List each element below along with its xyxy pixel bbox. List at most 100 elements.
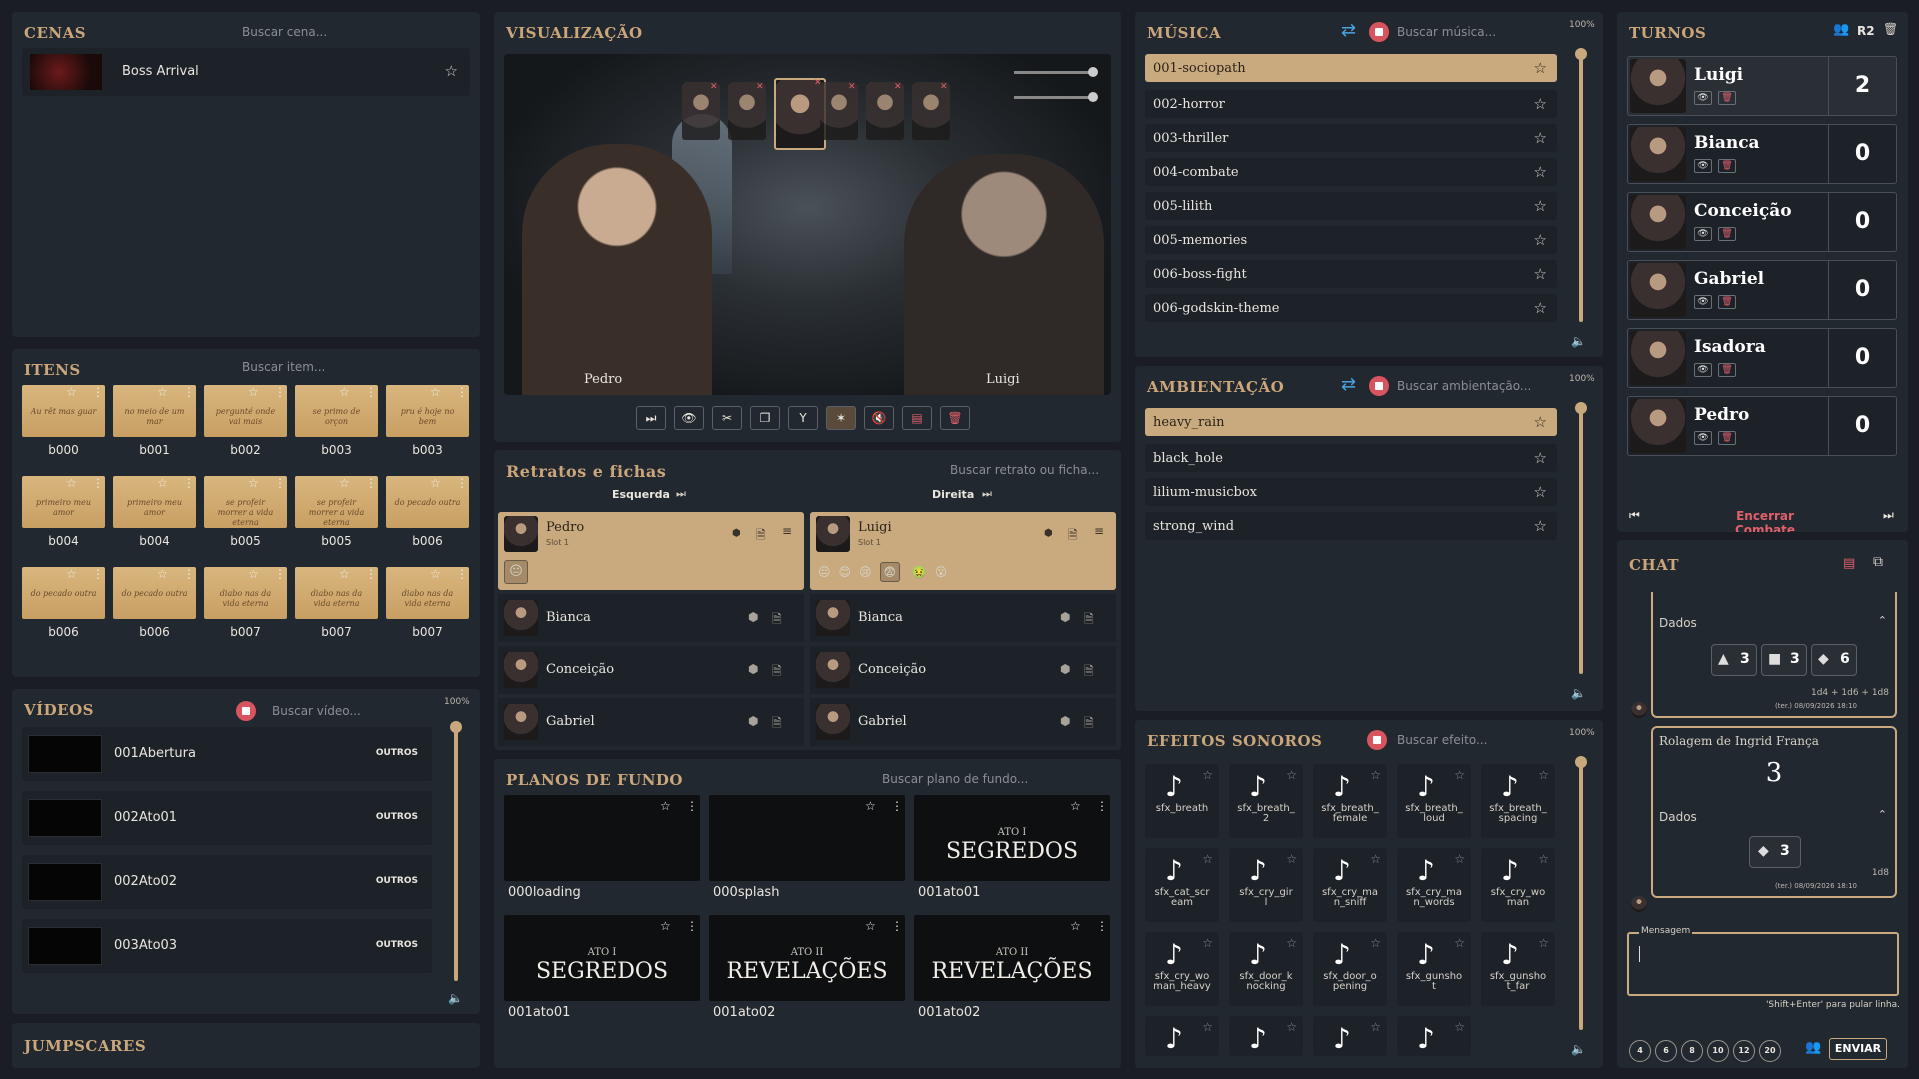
- sfx-tile[interactable]: ♪ ☆ sfx_gunsho t: [1397, 932, 1471, 1006]
- eye-icon[interactable]: 👁: [674, 406, 704, 430]
- more-icon[interactable]: ⋮: [92, 476, 104, 490]
- star-icon[interactable]: ☆: [1534, 413, 1547, 431]
- scene-item[interactable]: Boss Arrival ☆: [22, 48, 470, 96]
- more-icon[interactable]: ⋮: [365, 567, 377, 581]
- star-icon[interactable]: ☆: [1534, 163, 1547, 181]
- more-icon[interactable]: ⋮: [1096, 799, 1108, 813]
- videos-stop-button[interactable]: [236, 701, 256, 721]
- star-icon[interactable]: ☆: [157, 476, 168, 490]
- initiative-value[interactable]: 0: [1828, 193, 1896, 251]
- initiative-value[interactable]: 2: [1828, 57, 1896, 115]
- eye-icon[interactable]: 👁: [1694, 295, 1712, 309]
- trash-icon[interactable]: 🗑: [1718, 363, 1736, 377]
- sfx-tile[interactable]: ♪ ☆ sfx_gunsho t_far: [1481, 932, 1555, 1006]
- more-icon[interactable]: ⋮: [891, 919, 903, 933]
- volume-icon[interactable]: 🔈: [1571, 686, 1586, 700]
- star-icon[interactable]: ☆: [157, 385, 168, 399]
- sfx-volume-knob[interactable]: [1575, 756, 1587, 768]
- ambience-volume-knob[interactable]: [1575, 402, 1587, 414]
- volume-icon[interactable]: 🔈: [448, 991, 463, 1005]
- more-icon[interactable]: ⋮: [365, 385, 377, 399]
- sfx-search-input[interactable]: [1397, 730, 1547, 750]
- more-icon[interactable]: ⋮: [456, 567, 468, 581]
- star-icon[interactable]: ☆: [445, 64, 458, 79]
- more-icon[interactable]: ⋮: [365, 476, 377, 490]
- character-row[interactable]: Gabriel ⬢ 🗎: [810, 698, 1116, 746]
- star-icon[interactable]: ☆: [660, 919, 671, 933]
- more-icon[interactable]: ⋮: [183, 567, 195, 581]
- token-thumbnail[interactable]: [774, 78, 826, 150]
- star-icon[interactable]: ☆: [430, 567, 441, 581]
- eye-icon[interactable]: 👁: [1694, 227, 1712, 241]
- more-icon[interactable]: ⋮: [183, 385, 195, 399]
- close-icon[interactable]: ✕: [756, 82, 764, 92]
- collapse-icon[interactable]: ⌃: [1878, 808, 1887, 821]
- d20-icon[interactable]: ⬢: [1060, 714, 1070, 728]
- star-icon[interactable]: ☆: [1534, 95, 1547, 113]
- sfx-tile[interactable]: ♪ ☆: [1397, 1016, 1471, 1056]
- trash-icon[interactable]: 🗑: [1718, 227, 1736, 241]
- skip-icon[interactable]: ⏭: [982, 487, 992, 501]
- videos-search-input[interactable]: [272, 701, 442, 721]
- sfx-tile[interactable]: ♪ ☆: [1313, 1016, 1387, 1056]
- trash-icon[interactable]: 🗑: [1718, 159, 1736, 173]
- ambience-track[interactable]: lilium-musicbox ☆: [1145, 478, 1557, 506]
- initiative-value[interactable]: 0: [1828, 397, 1896, 455]
- send-button[interactable]: ENVIAR: [1829, 1038, 1887, 1060]
- music-track[interactable]: 006-boss-fight ☆: [1145, 260, 1557, 288]
- sfx-tile[interactable]: ♪ ☆ sfx_cry_ma n_sniff: [1313, 848, 1387, 922]
- d20-icon[interactable]: ⬢: [732, 528, 741, 539]
- stage-slider-2[interactable]: [1014, 96, 1096, 99]
- ambience-track[interactable]: black_hole ☆: [1145, 444, 1557, 472]
- item-tile[interactable]: se primo de orçon ☆ ⋮: [295, 385, 378, 437]
- star-icon[interactable]: ☆: [339, 385, 350, 399]
- more-icon[interactable]: ⋮: [456, 476, 468, 490]
- d20-icon[interactable]: ⬢: [1044, 528, 1053, 539]
- more-icon[interactable]: ⋮: [274, 385, 286, 399]
- item-tile[interactable]: do pecado outra ☆ ⋮: [22, 567, 105, 619]
- more-icon[interactable]: ⋮: [1096, 919, 1108, 933]
- star-icon[interactable]: ☆: [1286, 1020, 1297, 1034]
- volume-icon[interactable]: 🔈: [1571, 1042, 1586, 1056]
- item-tile[interactable]: do pecado outra ☆ ⋮: [113, 567, 196, 619]
- sfx-tile[interactable]: ♪ ☆ sfx_breath: [1145, 764, 1219, 838]
- item-tile[interactable]: pru é hoje no bem ☆ ⋮: [386, 385, 469, 437]
- d20-button[interactable]: 20: [1759, 1040, 1781, 1062]
- star-icon[interactable]: ☆: [1070, 799, 1081, 813]
- left-active-slot[interactable]: Pedro Slot 1 ⬢ 🗎 ≡ 😐: [498, 512, 804, 590]
- turn-row[interactable]: Conceição 👁 🗑 0: [1627, 192, 1897, 252]
- sheet-icon[interactable]: 🗎: [756, 526, 766, 547]
- sfx-tile[interactable]: ♪ ☆ sfx_breath_ loud: [1397, 764, 1471, 838]
- item-tile[interactable]: pergunté onde vai mais ☆ ⋮: [204, 385, 287, 437]
- more-icon[interactable]: ⋮: [456, 385, 468, 399]
- star-icon[interactable]: ☆: [339, 567, 350, 581]
- sfx-tile[interactable]: ♪ ☆ sfx_cry_gir l: [1229, 848, 1303, 922]
- ambience-track[interactable]: heavy_rain ☆: [1145, 408, 1557, 436]
- star-icon[interactable]: ☆: [66, 385, 77, 399]
- d20-icon[interactable]: ⬢: [748, 662, 758, 676]
- backgrounds-search-input[interactable]: [882, 769, 1102, 789]
- item-tile[interactable]: diabo nas da vida eterna ☆ ⋮: [386, 567, 469, 619]
- character-row[interactable]: Conceição ⬢ 🗎: [810, 646, 1116, 694]
- video-item[interactable]: 003Ato03 OUTROS: [22, 919, 432, 973]
- stage-slider-1-knob[interactable]: [1088, 67, 1098, 77]
- trash-icon[interactable]: 🗑: [940, 406, 970, 430]
- close-icon[interactable]: ✕: [940, 82, 948, 92]
- more-icon[interactable]: ⋮: [274, 567, 286, 581]
- ambience-search-input[interactable]: [1397, 376, 1547, 396]
- character-row[interactable]: Conceição ⬢ 🗎: [498, 646, 804, 694]
- sfx-tile[interactable]: ♪ ☆: [1145, 1016, 1219, 1056]
- sfx-tile[interactable]: ♪ ☆ sfx_breath_ spacing: [1481, 764, 1555, 838]
- mute-icon[interactable]: 🔇: [864, 406, 894, 430]
- fork-icon[interactable]: Y: [788, 406, 818, 430]
- trash-icon[interactable]: 🗑: [1718, 91, 1736, 105]
- background-tile[interactable]: ATO II REVELAÇÕES ☆ ⋮: [914, 915, 1110, 1001]
- star-icon[interactable]: ☆: [1070, 919, 1081, 933]
- d20-icon[interactable]: ⬢: [1060, 610, 1070, 624]
- sfx-tile[interactable]: ♪ ☆ sfx_door_k nocking: [1229, 932, 1303, 1006]
- music-stop-button[interactable]: [1369, 22, 1389, 42]
- stage-slider-1[interactable]: [1014, 71, 1096, 74]
- ambience-stop-button[interactable]: [1369, 376, 1389, 396]
- music-volume-knob[interactable]: [1575, 48, 1587, 60]
- volume-icon[interactable]: 🔈: [1571, 334, 1586, 348]
